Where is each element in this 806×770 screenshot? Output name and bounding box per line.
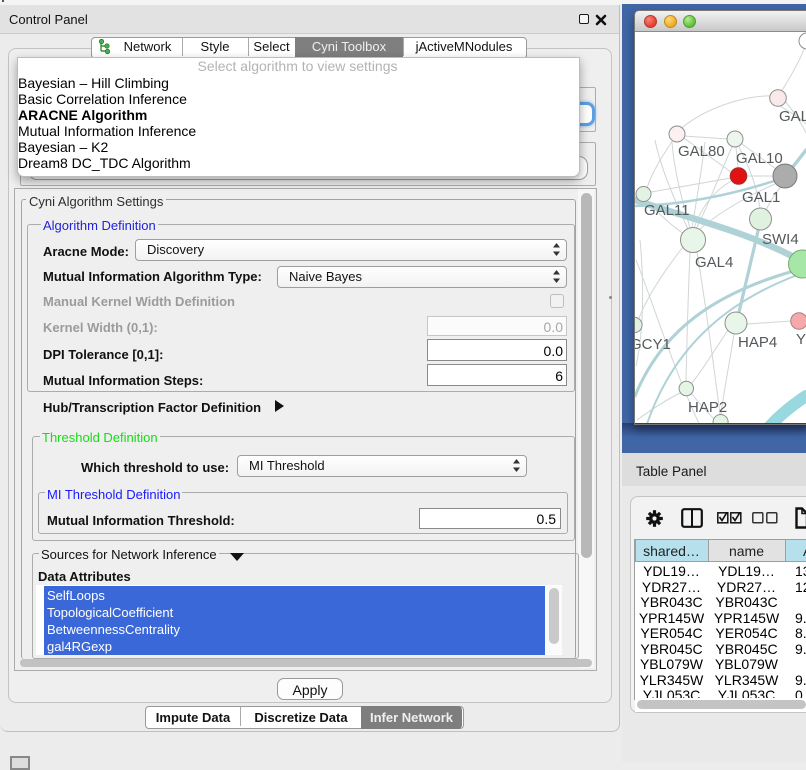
svg-text:GAL10: GAL10 <box>736 150 783 167</box>
svg-text:HAP2: HAP2 <box>688 399 727 416</box>
svg-text:HAP4: HAP4 <box>738 334 777 351</box>
svg-text:GCY1: GCY1 <box>635 336 671 353</box>
svg-text:GAL4: GAL4 <box>695 254 733 271</box>
svg-text:Y: Y <box>796 331 806 348</box>
svg-text:SWI4: SWI4 <box>762 231 799 248</box>
svg-text:GAL1: GAL1 <box>742 189 780 206</box>
svg-text:GAL: GAL <box>779 108 806 125</box>
svg-text:GAL11: GAL11 <box>644 202 690 219</box>
svg-text:GAL80: GAL80 <box>678 143 725 160</box>
